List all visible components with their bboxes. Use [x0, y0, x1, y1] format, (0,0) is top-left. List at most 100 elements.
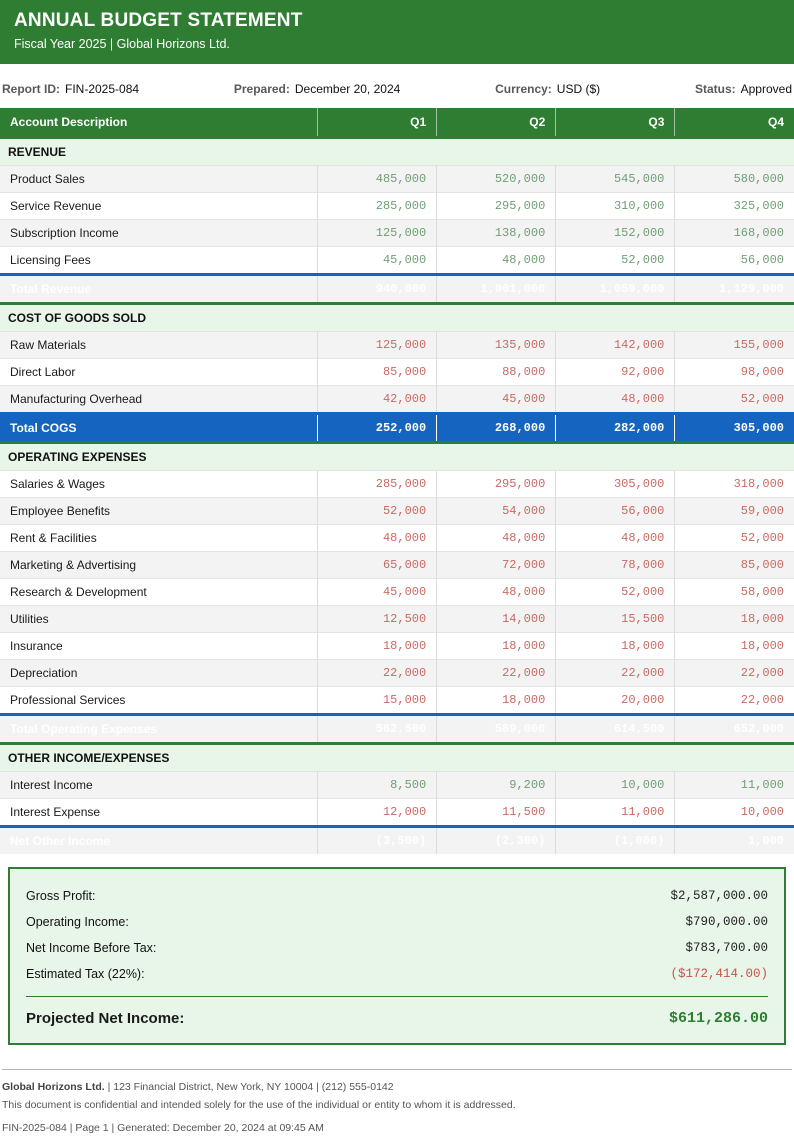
- account-row: Interest Expense 12,000 11,500 11,000 10,000: [0, 798, 794, 827]
- total-value: 268,000: [436, 412, 556, 443]
- footer-confidentiality: This document is confidential and intend…: [2, 1099, 516, 1112]
- account-value: 18,000: [555, 632, 675, 660]
- total-value: 940,000: [317, 273, 437, 304]
- total-row: Net Other Income (3,500) (2,300) (1,000) 1,0…: [0, 825, 794, 854]
- section-title: OPERATING EXPENSES: [0, 441, 794, 471]
- total-value: 305,000: [674, 412, 794, 443]
- account-value: 22,000: [555, 659, 675, 687]
- total-value: 652,000: [674, 713, 794, 744]
- account-value: 88,000: [436, 358, 556, 386]
- account-value: 48,000: [436, 578, 556, 606]
- account-value: 520,000: [436, 165, 556, 193]
- account-value: 78,000: [555, 551, 675, 579]
- page-subtitle: Fiscal Year 2025 | Global Horizons Ltd.: [14, 37, 230, 51]
- section-header-row: REVENUE: [0, 136, 794, 166]
- account-value: 42,000: [317, 385, 437, 414]
- column-header-q1: Q1: [317, 108, 437, 138]
- section-header-row: OPERATING EXPENSES: [0, 441, 794, 471]
- account-value: 52,000: [555, 246, 675, 275]
- account-value: 138,000: [436, 219, 556, 247]
- account-value: 45,000: [436, 385, 556, 414]
- account-label: Service Revenue: [0, 192, 318, 220]
- currency-label: Currency:: [495, 82, 552, 96]
- account-value: 22,000: [317, 659, 437, 687]
- total-value: (1,000): [555, 825, 675, 854]
- account-value: 15,000: [317, 686, 437, 715]
- account-value: 45,000: [317, 578, 437, 606]
- account-label: Employee Benefits: [0, 497, 318, 525]
- account-label: Insurance: [0, 632, 318, 660]
- account-row: Professional Services 15,000 18,000 20,000 2…: [0, 686, 794, 715]
- total-value: 282,000: [555, 412, 675, 443]
- column-header-account: Account Description: [0, 108, 318, 138]
- account-value: 11,000: [674, 771, 794, 799]
- column-header-q2: Q2: [436, 108, 556, 138]
- account-row: Subscription Income 125,000 138,000 152,000…: [0, 219, 794, 247]
- account-value: 18,000: [436, 632, 556, 660]
- account-value: 168,000: [674, 219, 794, 247]
- summary-label: Net Income Before Tax:: [26, 941, 157, 955]
- account-value: 295,000: [436, 470, 556, 498]
- account-value: 20,000: [555, 686, 675, 715]
- status-label: Status:: [694, 82, 736, 96]
- account-label: Salaries & Wages: [0, 470, 318, 498]
- total-row: Total Operating Expenses 562,500 589,000 61…: [0, 713, 794, 744]
- account-value: 285,000: [317, 192, 437, 220]
- total-value: 589,000: [436, 713, 556, 744]
- account-value: 125,000: [317, 331, 437, 359]
- account-value: 22,000: [436, 659, 556, 687]
- account-value: 485,000: [317, 165, 437, 193]
- account-value: 8,500: [317, 771, 437, 799]
- account-label: Utilities: [0, 605, 318, 633]
- summary-label: Estimated Tax (22%):: [26, 967, 145, 981]
- total-value: 1,001,000: [436, 273, 556, 304]
- account-row: Depreciation 22,000 22,000 22,000 22,000: [0, 659, 794, 687]
- account-label: Interest Income: [0, 771, 318, 799]
- account-label: Raw Materials: [0, 331, 318, 359]
- status-badge: Approved: [740, 82, 792, 96]
- footer-company-address: | 123 Financial District, New York, NY 1…: [104, 1081, 394, 1093]
- account-label: Interest Expense: [0, 798, 318, 827]
- account-value: 48,000: [436, 524, 556, 552]
- summary-value: $783,700.00: [685, 941, 768, 955]
- total-label: Total Revenue: [0, 273, 318, 304]
- report-id-label: Report ID:: [2, 82, 60, 96]
- prepared-date: Prepared: December 20, 2024: [234, 82, 400, 96]
- footer-company-line: Global Horizons Ltd. | 123 Financial Dis…: [2, 1080, 792, 1094]
- account-value: 52,000: [674, 524, 794, 552]
- summary-row-net-income-before-tax: Net Income Before Tax: $783,700.00: [26, 935, 768, 961]
- account-value: 56,000: [555, 497, 675, 525]
- account-value: 305,000: [555, 470, 675, 498]
- prepared-value: December 20, 2024: [294, 82, 401, 96]
- total-value: 1,059,000: [555, 273, 675, 304]
- account-value: 48,000: [555, 385, 675, 414]
- account-label: Depreciation: [0, 659, 318, 687]
- section-title: COST OF GOODS SOLD: [0, 302, 794, 332]
- account-value: 310,000: [555, 192, 675, 220]
- account-value: 48,000: [555, 524, 675, 552]
- account-row: Raw Materials 125,000 135,000 142,000 155,00…: [0, 331, 794, 359]
- account-label: Rent & Facilities: [0, 524, 318, 552]
- account-value: 45,000: [317, 246, 437, 275]
- account-label: Product Sales: [0, 165, 318, 193]
- budget-table-body: REVENUE Product Sales 485,000 520,000 545,00…: [0, 136, 794, 854]
- account-value: 325,000: [674, 192, 794, 220]
- account-value: 580,000: [674, 165, 794, 193]
- currency: Currency: USD ($): [495, 82, 600, 96]
- prepared-label: Prepared:: [233, 82, 290, 96]
- budget-table: Account Description Q1 Q2 Q3 Q4 REVENUE P…: [0, 108, 794, 854]
- account-label: Subscription Income: [0, 219, 318, 247]
- account-value: 72,000: [436, 551, 556, 579]
- account-value: 85,000: [674, 551, 794, 579]
- account-value: 155,000: [674, 331, 794, 359]
- account-label: Marketing & Advertising: [0, 551, 318, 579]
- account-label: Research & Development: [0, 578, 318, 606]
- account-value: 11,500: [436, 798, 556, 827]
- account-value: 14,000: [436, 605, 556, 633]
- account-value: 125,000: [317, 219, 437, 247]
- document-header: ANNUAL BUDGET STATEMENT Fiscal Year 2025…: [0, 0, 794, 64]
- account-value: 65,000: [317, 551, 437, 579]
- account-value: 52,000: [555, 578, 675, 606]
- account-value: 58,000: [674, 578, 794, 606]
- report-id-value: FIN-2025-084: [65, 82, 140, 96]
